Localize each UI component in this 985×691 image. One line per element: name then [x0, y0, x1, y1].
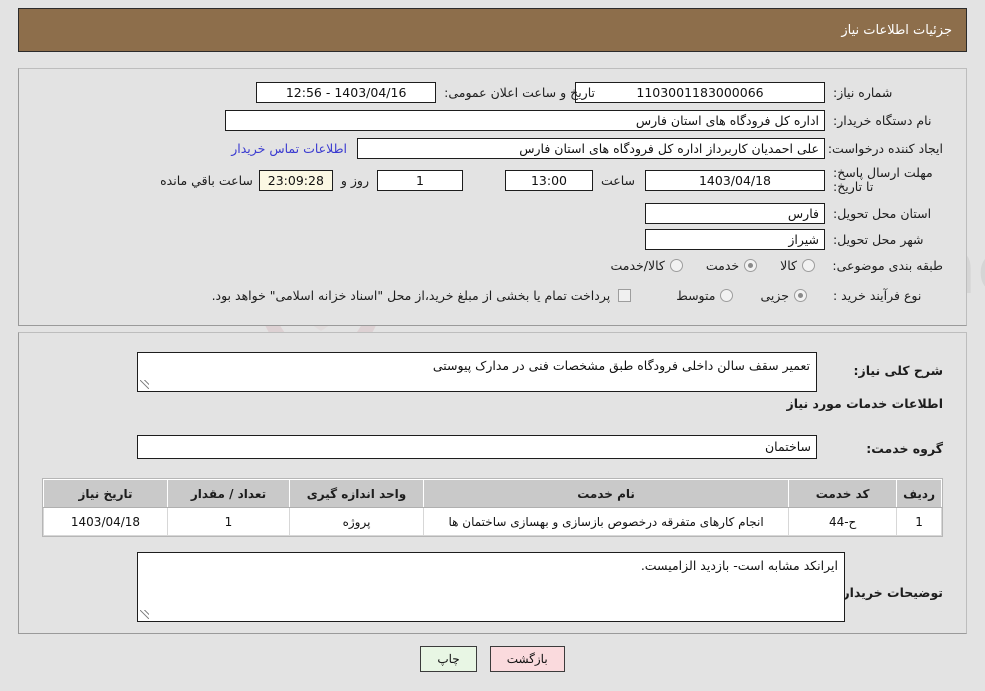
province-label: استان محل تحویل:: [833, 206, 932, 221]
radio-kala[interactable]: [802, 259, 815, 272]
announce-row: تاریخ و ساعت اعلان عمومی: 1403/04/16 - 1…: [256, 82, 595, 103]
th-row: ردیف: [896, 479, 942, 508]
services-section-title: اطلاعات خدمات مورد نیاز: [786, 396, 944, 411]
deadline-row: مهلت ارسال پاسخ: تا تاریخ: 1403/04/18 سا…: [160, 166, 943, 194]
buyer-org-label: نام دستگاه خریدار:: [833, 113, 932, 128]
countdown-label: ساعت باقي مانده: [160, 172, 253, 188]
radio-jozi[interactable]: [794, 289, 807, 302]
process-option-jozi[interactable]: جزیی: [755, 288, 807, 303]
category-label: طبقه بندی موضوعی:: [832, 258, 943, 273]
process-option-label: متوسط: [676, 288, 716, 303]
buyer-org-row: نام دستگاه خریدار: اداره کل فرودگاه های …: [225, 110, 943, 131]
th-date: تاریخ نیاز: [43, 479, 168, 508]
creator-value: علی احمدیان کاربرداز اداره کل فرودگاه ها…: [357, 138, 825, 159]
treasury-checkbox-group[interactable]: پرداخت تمام یا بخشی از مبلغ خرید،از محل …: [207, 288, 632, 303]
print-button[interactable]: چاپ: [420, 646, 477, 672]
page-root: AriaTender.net جزئیات اطلاعات نیاز شماره…: [0, 0, 985, 691]
buyer-org-value: اداره کل فرودگاه های استان فارس: [225, 110, 825, 131]
creator-row: ایجاد کننده درخواست: علی احمدیان کاربردا…: [231, 138, 943, 159]
process-label: نوع فرآیند خرید :: [833, 288, 922, 303]
radio-khedmat[interactable]: [744, 259, 758, 272]
need-number-row: شماره نیاز: 1103001183000066: [575, 82, 943, 103]
announce-label: تاریخ و ساعت اعلان عمومی:: [444, 85, 595, 100]
back-button[interactable]: بازگشت: [489, 646, 565, 672]
buyer-notes-label: توضیحات خریدار:: [837, 585, 943, 600]
category-option-label: کالا/خدمت: [610, 258, 665, 273]
category-option-kala-khedmat[interactable]: کالا/خدمت: [605, 258, 683, 273]
cell-unit: پروژه: [289, 507, 424, 536]
services-table: ردیف کد خدمت نام خدمت واحد اندازه گیری ت…: [42, 478, 943, 537]
province-value: فارس: [645, 203, 825, 224]
city-label: شهر محل تحویل:: [833, 232, 924, 247]
table-row: 1 ح-44 انجام کارهای متفرقه درخصوص بازساز…: [43, 507, 942, 536]
category-option-khedmat[interactable]: خدمت: [701, 258, 758, 273]
days-remaining-label: روز و: [340, 172, 369, 188]
th-code: کد خدمت: [788, 479, 898, 508]
announce-value: 1403/04/16 - 12:56: [256, 82, 437, 103]
need-number-label: شماره نیاز:: [833, 85, 893, 100]
th-name: نام خدمت: [422, 479, 790, 508]
treasury-checkbox[interactable]: [618, 289, 632, 302]
city-row: شهر محل تحویل: شیراز: [645, 229, 943, 250]
deadline-date: 1403/04/18: [645, 169, 825, 191]
process-option-motevaset[interactable]: متوسط: [671, 288, 734, 303]
action-buttons: بازگشت چاپ: [0, 646, 985, 672]
th-unit: واحد اندازه گیری: [289, 479, 424, 508]
deadline-hour: 13:00: [504, 169, 593, 191]
description-textarea[interactable]: تعمیر سقف سالن داخلی فرودگاه طبق مشخصات …: [137, 352, 817, 392]
category-option-label: خدمت: [705, 258, 740, 273]
th-quantity: تعداد / مقدار: [167, 479, 290, 508]
countdown-value: 23:09:28: [258, 169, 333, 191]
city-value: شیراز: [645, 229, 825, 250]
cell-date: 1403/04/18: [43, 507, 168, 536]
table-header-row: ردیف کد خدمت نام خدمت واحد اندازه گیری ت…: [43, 479, 942, 508]
deadline-hour-label: ساعت: [600, 172, 635, 188]
province-row: استان محل تحویل: فارس: [645, 203, 943, 224]
treasury-note: پرداخت تمام یا بخشی از مبلغ خرید،از محل …: [211, 288, 611, 303]
cell-name: انجام کارهای متفرقه درخصوص بازسازی و بهس…: [422, 507, 790, 536]
cell-quantity: 1: [167, 507, 290, 536]
buyer-contact-link[interactable]: اطلاعات تماس خریدار: [231, 141, 347, 156]
service-group-label: گروه خدمت:: [866, 441, 943, 456]
deadline-label: مهلت ارسال پاسخ: تا تاریخ:: [833, 165, 933, 194]
radio-kala-khedmat[interactable]: [669, 259, 683, 272]
page-title: جزئیات اطلاعات نیاز: [841, 22, 952, 38]
description-label: شرح کلی نیاز:: [853, 363, 943, 378]
cell-row: 1: [896, 507, 942, 536]
category-option-label: کالا: [780, 258, 797, 273]
category-row: طبقه بندی موضوعی: کالا خدمت کالا/خدمت: [605, 258, 943, 273]
category-option-kala[interactable]: کالا: [775, 258, 815, 273]
radio-motevaset[interactable]: [720, 289, 734, 302]
days-remaining-value: 1: [376, 169, 463, 191]
service-group-value: ساختمان: [137, 435, 817, 459]
need-number-value: 1103001183000066: [575, 82, 825, 103]
process-option-label: جزیی: [760, 288, 789, 303]
cell-code: ح-44: [788, 507, 898, 536]
process-row: نوع فرآیند خرید : جزیی متوسط پرداخت تمام…: [207, 288, 943, 303]
page-header: جزئیات اطلاعات نیاز: [18, 8, 967, 52]
buyer-notes-textarea[interactable]: ایرانکد مشابه است- بازدید الزامیست.: [137, 552, 845, 622]
creator-label: ایجاد کننده درخواست:: [827, 141, 943, 156]
